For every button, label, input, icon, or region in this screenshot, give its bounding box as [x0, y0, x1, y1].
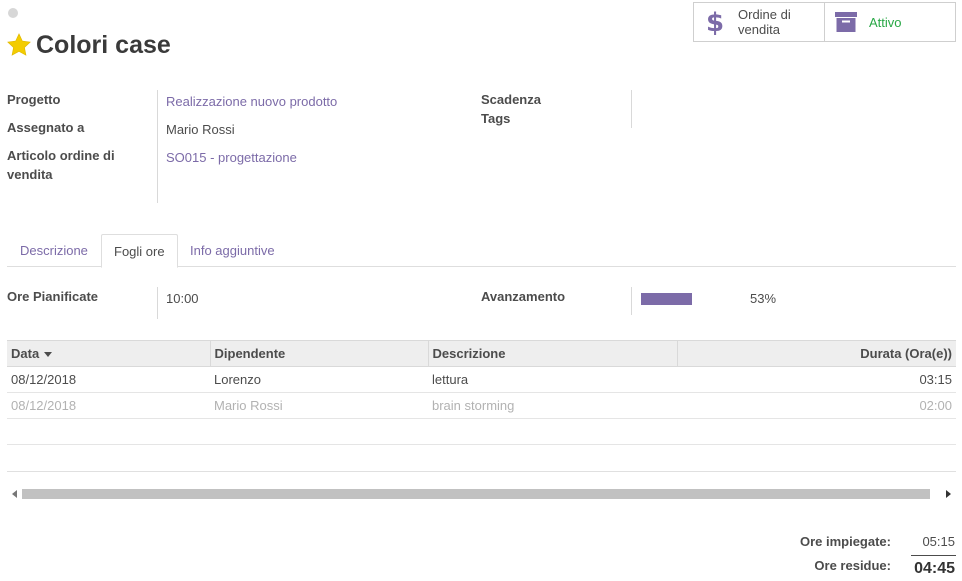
assigned-value[interactable]: Mario Rossi	[166, 120, 235, 139]
sale-line-label: Articolo ordine di vendita	[7, 148, 115, 182]
progress-bar	[641, 293, 692, 305]
dollar-icon: $	[702, 8, 728, 36]
column-header-date[interactable]: Data	[7, 340, 210, 367]
table-header-row: Data Dipendente Descrizione Durata (Ora(…	[7, 340, 956, 367]
field-separator	[631, 287, 632, 315]
svg-text:$: $	[707, 8, 723, 36]
remaining-hours-label: Ore residue:	[814, 558, 891, 573]
cell-description: lettura	[428, 366, 677, 393]
horizontal-scrollbar[interactable]	[7, 487, 956, 501]
tab-descrizione[interactable]: Descrizione	[8, 234, 100, 267]
sales-order-label: Ordine di vendita	[738, 7, 791, 37]
scroll-left-icon[interactable]	[12, 490, 17, 498]
cell-date: 08/12/2018	[7, 366, 210, 393]
page-title: Colori case	[6, 30, 171, 60]
cell-employee: Mario Rossi	[210, 392, 428, 419]
table-footer	[7, 471, 956, 472]
deadline-label: Scadenza	[481, 92, 541, 107]
timesheet-table: Data Dipendente Descrizione Durata (Ora(…	[7, 340, 956, 445]
field-separator	[157, 90, 158, 203]
sort-down-icon	[44, 352, 53, 358]
tags-label: Tags	[481, 111, 511, 126]
cell-description: brain storming	[428, 392, 677, 419]
tab-info-aggiuntive[interactable]: Info aggiuntive	[178, 234, 287, 267]
field-separator	[631, 90, 632, 128]
task-name: Colori case	[36, 31, 171, 59]
notebook-tabs: Descrizione Fogli ore Info aggiuntive	[7, 234, 956, 268]
table-row[interactable]: 08/12/2018 Lorenzo lettura 03:15	[7, 366, 956, 393]
tab-fogli-ore[interactable]: Fogli ore	[101, 234, 178, 268]
remaining-hours-value: 04:45	[914, 560, 955, 577]
star-icon[interactable]	[6, 32, 32, 58]
cell-date: 08/12/2018	[7, 392, 210, 419]
project-label: Progetto	[7, 92, 61, 107]
progress-label: Avanzamento	[481, 289, 566, 304]
planned-hours-label: Ore Pianificate	[7, 289, 99, 304]
scrollbar-thumb[interactable]	[22, 489, 930, 499]
cell-employee: Lorenzo	[210, 366, 428, 393]
sale-line-link[interactable]: SO015 - progettazione	[166, 148, 297, 167]
sales-order-button[interactable]: $ Ordine di vendita	[694, 3, 825, 41]
table-row[interactable]: 08/12/2018 Mario Rossi brain storming 02…	[7, 392, 956, 419]
planned-hours-value[interactable]: 10:00	[166, 289, 199, 308]
status-dot	[8, 8, 18, 18]
scroll-right-icon[interactable]	[946, 490, 951, 498]
spent-hours-label: Ore impiegate:	[799, 534, 891, 549]
progress-percent: 53%	[750, 291, 777, 306]
cell-duration: 02:00	[677, 392, 956, 419]
cell-duration: 03:15	[677, 366, 956, 393]
column-header-duration[interactable]: Durata (Ora(e))	[676, 340, 956, 367]
archive-icon	[833, 12, 859, 32]
column-header-description[interactable]: Descrizione	[427, 340, 677, 367]
assigned-label: Assegnato a	[7, 120, 85, 135]
project-link[interactable]: Realizzazione nuovo prodotto	[166, 92, 337, 111]
spent-hours-value: 05:15	[922, 534, 955, 549]
active-label: Attivo	[869, 14, 902, 30]
column-header-employee[interactable]: Dipendente	[209, 340, 428, 367]
field-separator	[157, 287, 158, 319]
active-toggle-button[interactable]: Attivo	[825, 3, 955, 41]
totals-divider	[911, 555, 956, 556]
smart-buttons: $ Ordine di vendita Attivo	[693, 2, 956, 42]
empty-row[interactable]	[7, 418, 956, 445]
